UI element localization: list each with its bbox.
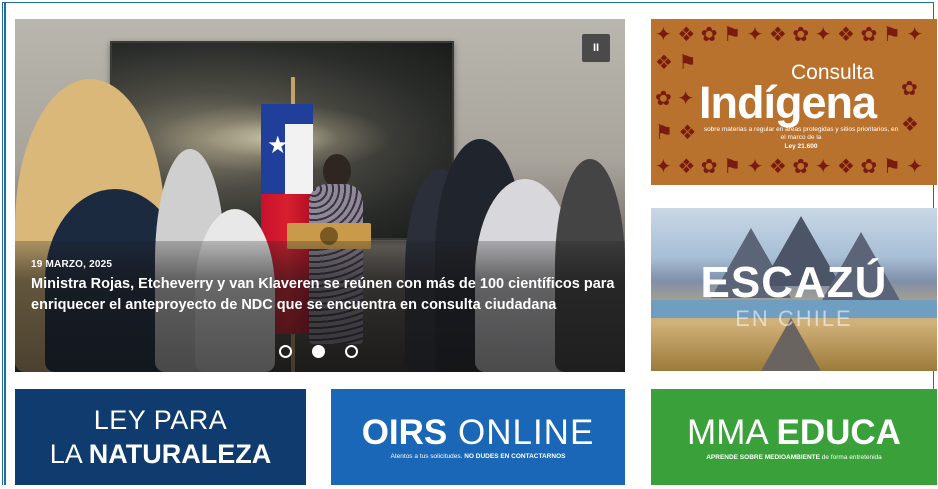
mma-subtitle: APRENDE SOBRE MEDIOAMBIENTE de forma ent… — [706, 454, 882, 461]
ley-title-line2: LA NATURALEZA — [49, 439, 272, 469]
frame-left-border — [4, 3, 6, 485]
slider-dot-1[interactable] — [279, 345, 292, 358]
slider-dot-2[interactable] — [312, 345, 325, 358]
slide-title-link[interactable]: Ministra Rojas, Etcheverry y van Klavere… — [31, 274, 621, 316]
mma-educa-banner[interactable]: MMA EDUCA APRENDE SOBRE MEDIOAMBIENTE de… — [651, 389, 937, 485]
mma-title: MMA EDUCA — [687, 413, 901, 452]
escazu-subtitle: EN CHILE — [735, 306, 853, 331]
escazu-banner[interactable]: ESCAZÚ EN CHILE — [651, 208, 937, 371]
pause-button[interactable]: II — [582, 34, 610, 62]
slider-pagination — [279, 345, 363, 361]
ley-title-line1: LEY PARA — [93, 405, 228, 435]
oirs-online-banner[interactable]: OIRS ONLINE Atentos a tus solicitudes. N… — [331, 389, 625, 485]
ley-naturaleza-banner[interactable]: LEY PARA LA NATURALEZA — [15, 389, 306, 485]
slider-dot-3[interactable] — [345, 345, 358, 358]
consulta-law: Ley 21.600 — [784, 143, 818, 150]
escazu-title: ESCAZÚ — [700, 258, 888, 307]
oirs-title: OIRS ONLINE — [361, 413, 595, 452]
consulta-title-line2: Indígena — [699, 77, 877, 128]
consulta-indigena-banner[interactable]: ✦ ❖ ✿ ⚑ ✦ ❖ ✿ ✦ ❖ ✿ ⚑ ✦ ❖ ⚑ ✿ ✦ ⚑ ❖ ✿ ❖ … — [651, 19, 937, 185]
consulta-subtitle: sobre materias a regular en áreas proteg… — [703, 126, 899, 141]
news-slider[interactable]: ★ 19 MARZO, 2025 Ministra Rojas, Etcheve… — [15, 19, 625, 372]
oirs-subtitle: Atentos a tus solicitudes. NO DUDES EN C… — [390, 453, 566, 460]
slide-date: 19 MARZO, 2025 — [31, 259, 113, 270]
